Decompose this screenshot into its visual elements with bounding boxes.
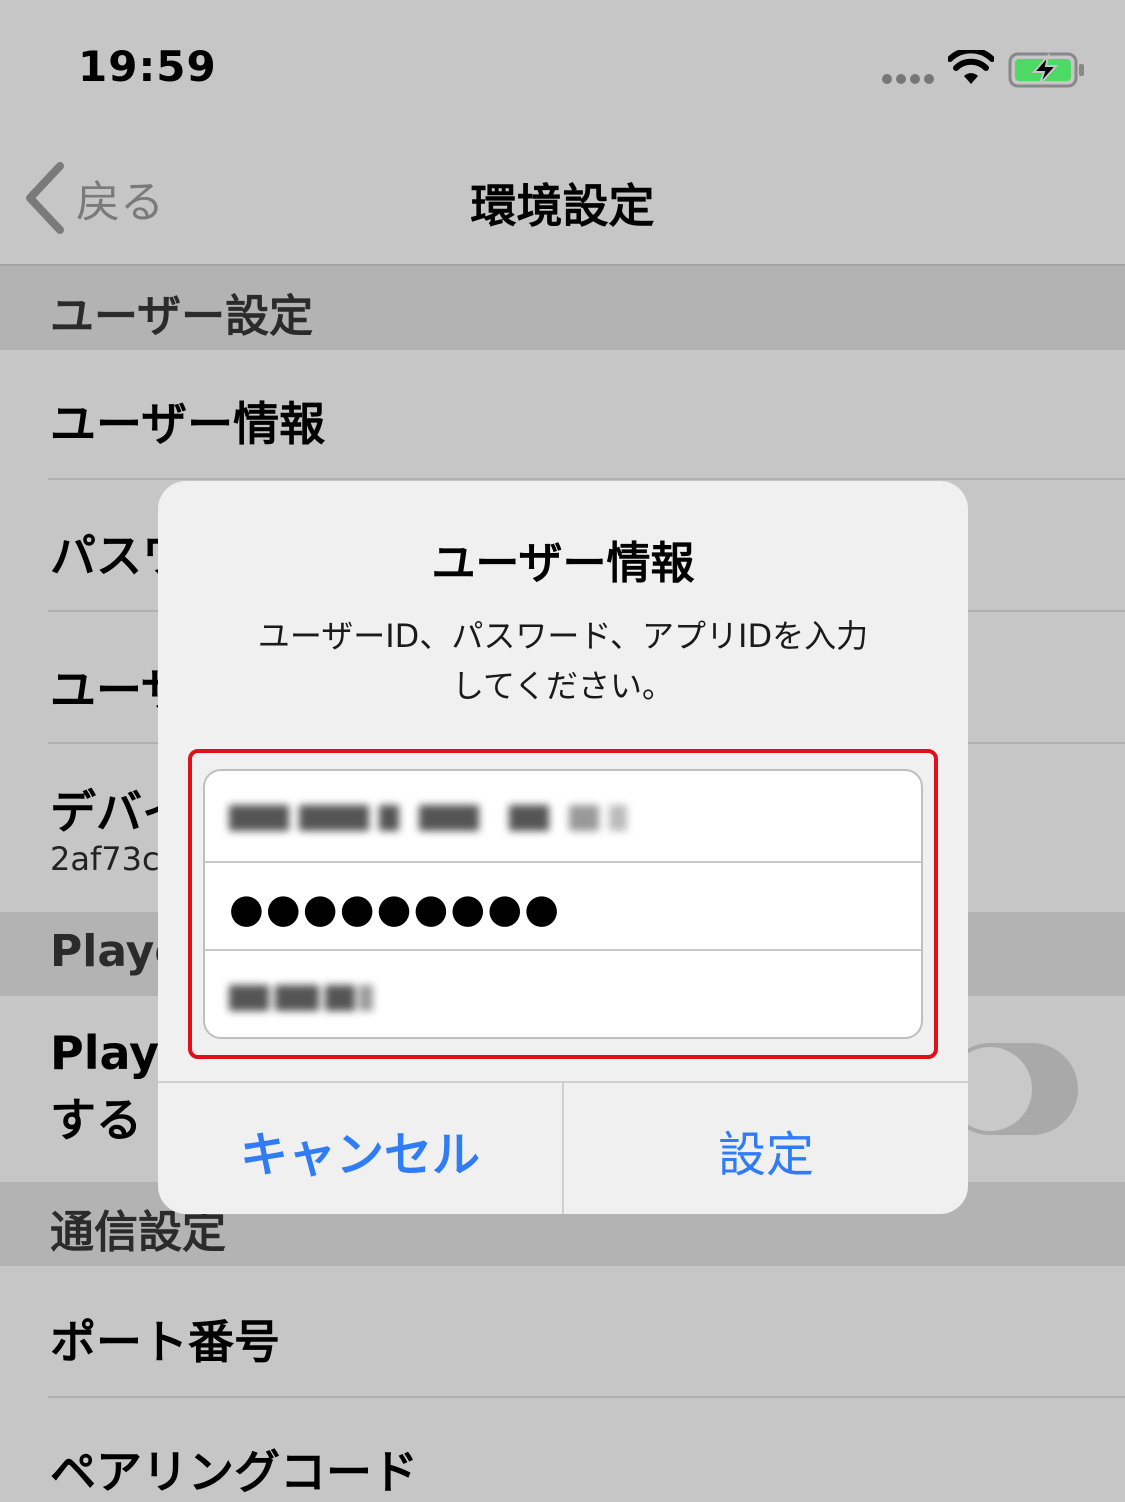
alert-message-line: ユーザーID、パスワード、アプリIDを入力	[257, 617, 869, 655]
user-id-field[interactable]	[205, 771, 921, 861]
status-time: 19:59	[78, 42, 217, 91]
row-label-line2: する	[50, 1093, 142, 1147]
row-label: ポート番号	[50, 1315, 280, 1369]
alert-button-bar: キャンセル 設定	[158, 1081, 968, 1214]
alert-message-line: してください。	[451, 667, 675, 705]
row-pairing-code[interactable]: ペアリングコード	[0, 1398, 1125, 1500]
alert-message: ユーザーID、パスワード、アプリIDを入力 してください。	[198, 611, 928, 711]
navigation-bar: 戻る 環境設定	[0, 130, 1125, 266]
row-port-number[interactable]: ポート番号	[0, 1266, 1125, 1396]
user-id-value-redacted	[229, 805, 629, 831]
user-info-alert: ユーザー情報 ユーザーID、パスワード、アプリIDを入力 してください。 ●●●…	[158, 481, 968, 1214]
row-label: ユーザー情報	[50, 397, 326, 451]
app-id-field[interactable]	[205, 951, 921, 1037]
battery-charging-icon	[1008, 52, 1084, 88]
cancel-button[interactable]: キャンセル	[158, 1083, 562, 1214]
section-header-label: ユーザー設定	[50, 291, 314, 342]
alert-title: ユーザー情報	[431, 538, 695, 589]
page-title: 環境設定	[470, 179, 655, 233]
password-field[interactable]: ●●●●●●●●●	[205, 863, 921, 949]
cellular-signal-icon	[882, 74, 936, 84]
device-id-value: 2af73c	[50, 840, 160, 878]
confirm-settings-button[interactable]: 設定	[564, 1083, 968, 1214]
row-user-info[interactable]: ユーザー情報	[0, 350, 1125, 480]
status-bar: 19:59	[0, 0, 1125, 130]
app-id-value-redacted	[229, 985, 379, 1011]
wifi-icon	[948, 50, 994, 84]
section-header-user-settings: ユーザー設定	[0, 266, 1125, 350]
password-masked-value: ●●●●●●●●●	[229, 886, 562, 932]
input-fields-group: ●●●●●●●●●	[203, 769, 923, 1039]
row-label: ペアリングコード	[50, 1445, 418, 1499]
